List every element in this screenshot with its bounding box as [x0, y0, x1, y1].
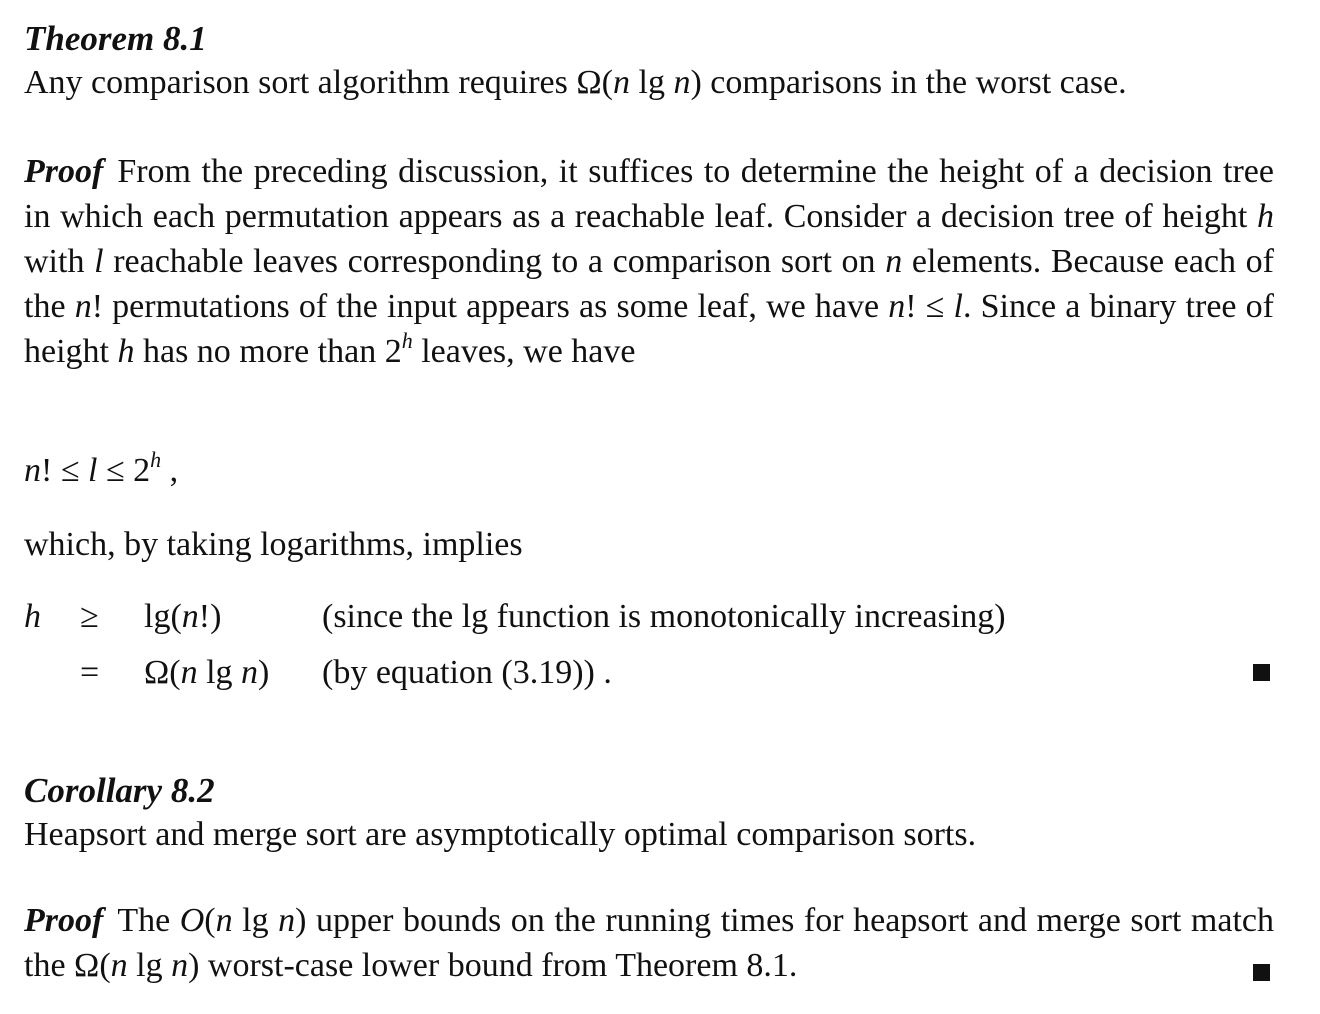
corollary-block: Corollary 8.2 Heapsort and merge sort ar…: [24, 770, 1274, 857]
eq-justification: (since the lg function is monotonically …: [322, 598, 1006, 635]
eq-relation: ≥: [80, 598, 99, 635]
eq-rhs: Ω(n lg n): [144, 654, 270, 691]
proof-paragraph-1: Proof From the preceding discussion, it s…: [24, 153, 1274, 370]
corollary-heading: Corollary 8.2: [24, 771, 215, 810]
proof-block-2: Proof The O(n lg n) upper bounds on the r…: [24, 898, 1274, 988]
qed-square-icon: [1253, 964, 1270, 981]
implies-text: which, by taking logarithms, implies: [24, 526, 523, 563]
eq-rhs: lg(n!): [144, 598, 222, 635]
eq-justification: (by equation (3.19)) .: [322, 654, 612, 691]
proof-paragraph-2: Proof The O(n lg n) upper bounds on the r…: [24, 902, 1274, 984]
qed-square-icon: [1253, 664, 1270, 681]
proof-label: Proof: [24, 153, 104, 190]
aligned-equation-row-2: = Ω(n lg n) (by equation (3.19)) .: [24, 650, 1274, 695]
eq-relation: =: [80, 654, 100, 691]
corollary-statement: Heapsort and merge sort are asymptotical…: [24, 816, 977, 853]
aligned-equation-row-1: h ≥ lg(n!) (since the lg function is mon…: [24, 594, 1274, 639]
eq-lhs: h: [24, 598, 41, 635]
proof-label: Proof: [24, 902, 104, 939]
theorem-block: Theorem 8.1 Any comparison sort algorith…: [24, 18, 1274, 105]
display-equation: n! ≤ l ≤ 2h ,: [24, 447, 179, 490]
theorem-heading: Theorem 8.1: [24, 19, 207, 58]
theorem-statement: Any comparison sort algorithm requires Ω…: [24, 64, 1127, 101]
proof-block-1: Proof From the preceding discussion, it s…: [24, 149, 1274, 374]
